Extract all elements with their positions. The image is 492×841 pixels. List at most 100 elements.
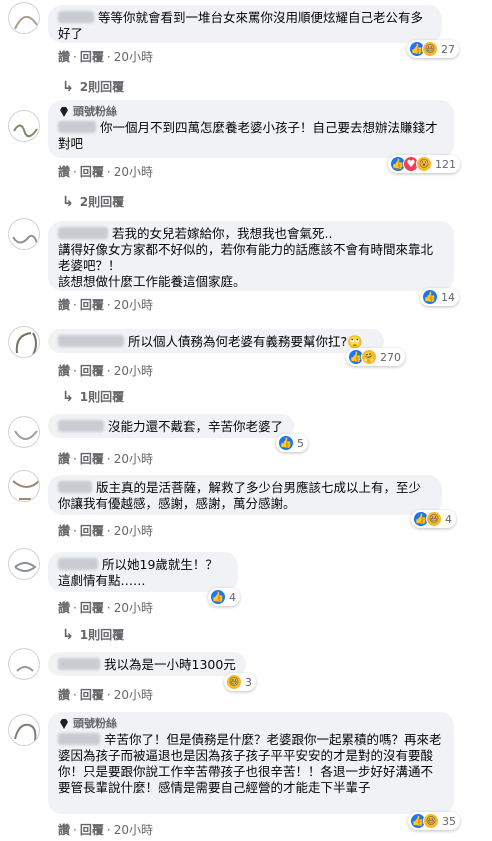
reply-arrow-icon: ↳ <box>62 193 74 210</box>
view-replies-link[interactable]: ↳ 1則回覆 <box>62 626 124 643</box>
avatar[interactable] <box>8 218 40 250</box>
haha-reaction-icon: 😆 <box>426 511 442 527</box>
comment-text: 等等你就會看到一堆台女來罵你沒用順便炫耀自己老公有多好了 <box>58 10 424 41</box>
reaction-summary[interactable]: 👍 😆 35 <box>408 812 460 830</box>
timestamp[interactable]: 20小時 <box>114 364 153 378</box>
avatar[interactable] <box>8 470 40 502</box>
reaction-summary[interactable]: 👍 😆 27 <box>407 40 459 58</box>
commenter-name[interactable] <box>58 558 98 570</box>
reaction-count: 5 <box>297 436 304 450</box>
commenter-name[interactable] <box>58 420 104 432</box>
comment-bubble: 若我的女兒若嫁給你，我想我也會氣死.. 講得好像女方家都不好似的，若你有能力的話… <box>48 221 454 291</box>
comment-actions: 讚 · 回覆 · 20小時 <box>58 688 153 702</box>
comment-text: 版主真的是活菩薩，解救了多少台男應該七成以上有，至少你讓我有優越感，感謝，感謝，… <box>58 480 422 511</box>
reaction-count: 3 <box>245 675 252 689</box>
comment-actions: 讚 · 回覆 · 20小時 <box>58 364 153 378</box>
commenter-name[interactable] <box>58 11 94 23</box>
avatar[interactable] <box>8 110 40 142</box>
reaction-count: 4 <box>229 590 236 604</box>
reply-button[interactable]: 回覆 <box>80 50 104 64</box>
comment-text: 我以為是一小時1300元 <box>104 657 236 672</box>
reaction-summary[interactable]: 👍 😆 4 <box>411 510 456 528</box>
reply-button[interactable]: 回覆 <box>80 688 104 702</box>
avatar[interactable] <box>8 326 40 358</box>
avatar-icon <box>14 562 37 572</box>
like-button[interactable]: 讚 <box>58 364 70 378</box>
avatar[interactable] <box>8 416 40 448</box>
reaction-summary[interactable]: 😆 3 <box>224 673 256 691</box>
reaction-summary[interactable]: 👍 ♥ 😮 121 <box>388 155 460 173</box>
like-button[interactable]: 讚 <box>58 823 70 837</box>
like-reaction-icon: 👍 <box>422 289 438 305</box>
timestamp[interactable]: 20小時 <box>114 601 153 615</box>
reply-button[interactable]: 回覆 <box>80 298 104 312</box>
comment-actions: 讚 · 回覆 · 20小時 <box>58 50 153 64</box>
avatar[interactable] <box>8 714 40 746</box>
timestamp[interactable]: 20小時 <box>114 452 153 466</box>
comment-actions: 讚 · 回覆 · 20小時 <box>58 823 153 837</box>
top-fan-badge: 頭號粉絲 <box>58 717 444 731</box>
avatar-icon <box>12 480 39 500</box>
comment-text: 辛苦你了！但是債務是什麼？老婆跟你一起累積的嗎？再來老婆因為孩子而被逼退也是因為… <box>58 732 442 795</box>
commenter-name[interactable] <box>58 481 92 493</box>
comment-actions: 讚 · 回覆 · 20小時 <box>58 601 153 615</box>
comment-bubble: 頭號粉絲 你一個月不到四萬怎麼養老婆小孩子！自己要去想辦法賺錢才對吧 <box>48 100 454 158</box>
reply-button[interactable]: 回覆 <box>80 364 104 378</box>
reply-arrow-icon: ↳ <box>62 626 74 643</box>
commenter-name[interactable] <box>58 227 108 239</box>
avatar[interactable] <box>8 548 40 580</box>
reaction-count: 121 <box>435 157 456 171</box>
view-replies-link[interactable]: ↳ 1則回覆 <box>62 388 124 405</box>
commenter-name[interactable] <box>58 335 124 347</box>
comment-bubble: 所以她19歲就生！？ 這劇情有點…… <box>48 552 238 592</box>
timestamp[interactable]: 20小時 <box>114 688 153 702</box>
like-button[interactable]: 讚 <box>58 50 70 64</box>
like-button[interactable]: 讚 <box>58 165 70 179</box>
view-replies-link[interactable]: ↳ 2則回覆 <box>62 78 124 95</box>
comment-bubble: 我以為是一小時1300元 <box>48 652 246 676</box>
comment-text: 你一個月不到四萬怎麼養老婆小孩子！自己要去想辦法賺錢才對吧 <box>58 120 438 151</box>
comment-bubble: 等等你就會看到一堆台女來罵你沒用順便炫耀自己老公有多好了 <box>48 5 442 43</box>
timestamp[interactable]: 20小時 <box>114 524 153 538</box>
like-button[interactable]: 讚 <box>58 452 70 466</box>
view-replies-link[interactable]: ↳ 2則回覆 <box>62 193 124 210</box>
reply-button[interactable]: 回覆 <box>80 601 104 615</box>
like-reaction-icon: 👍 <box>210 589 226 605</box>
like-reaction-icon: 👍 <box>278 435 294 451</box>
reaction-summary[interactable]: 👍 14 <box>420 288 459 306</box>
comment-text: 若我的女兒若嫁給你，我想我也會氣死.. 講得好像女方家都不好似的，若你有能力的話… <box>58 226 434 289</box>
timestamp[interactable]: 20小時 <box>114 165 153 179</box>
commenter-name[interactable] <box>58 733 100 745</box>
comment-actions: 讚 · 回覆 · 20小時 <box>58 165 153 179</box>
avatar-icon <box>12 234 38 244</box>
commenter-name[interactable] <box>58 658 100 670</box>
avatar[interactable] <box>8 648 40 680</box>
comment-bubble: 所以個人債務為何老婆有義務要幫你扛?🙄 <box>48 329 384 353</box>
like-button[interactable]: 讚 <box>58 298 70 312</box>
comment-text: 所以個人債務為何老婆有義務要幫你扛?🙄 <box>128 334 363 349</box>
reaction-count: 4 <box>445 512 452 526</box>
timestamp[interactable]: 20小時 <box>114 298 153 312</box>
avatar-icon <box>14 723 37 742</box>
commenter-name[interactable] <box>58 121 96 133</box>
timestamp[interactable]: 20小時 <box>114 50 153 64</box>
comment-actions: 讚 · 回覆 · 20小時 <box>58 452 153 466</box>
timestamp[interactable]: 20小時 <box>114 823 153 837</box>
reply-button[interactable]: 回覆 <box>80 823 104 837</box>
like-button[interactable]: 讚 <box>58 688 70 702</box>
comment-actions: 讚 · 回覆 · 20小時 <box>58 298 153 312</box>
reply-button[interactable]: 回覆 <box>80 524 104 538</box>
reaction-count: 14 <box>441 290 455 304</box>
avatar[interactable] <box>8 2 40 34</box>
like-button[interactable]: 讚 <box>58 601 70 615</box>
comment-bubble: 頭號粉絲 辛苦你了！但是債務是什麼？老婆跟你一起累積的嗎？再來老婆因為孩子而被逼… <box>48 712 454 814</box>
reaction-summary[interactable]: 👍 🤗 270 <box>346 348 405 366</box>
reaction-summary[interactable]: 👍 5 <box>276 434 308 452</box>
reply-button[interactable]: 回覆 <box>80 452 104 466</box>
avatar-icon <box>14 430 38 440</box>
like-button[interactable]: 讚 <box>58 524 70 538</box>
avatar-icon <box>16 666 34 672</box>
reaction-summary[interactable]: 👍 4 <box>208 588 240 606</box>
reply-button[interactable]: 回覆 <box>80 165 104 179</box>
reaction-count: 27 <box>441 42 455 56</box>
